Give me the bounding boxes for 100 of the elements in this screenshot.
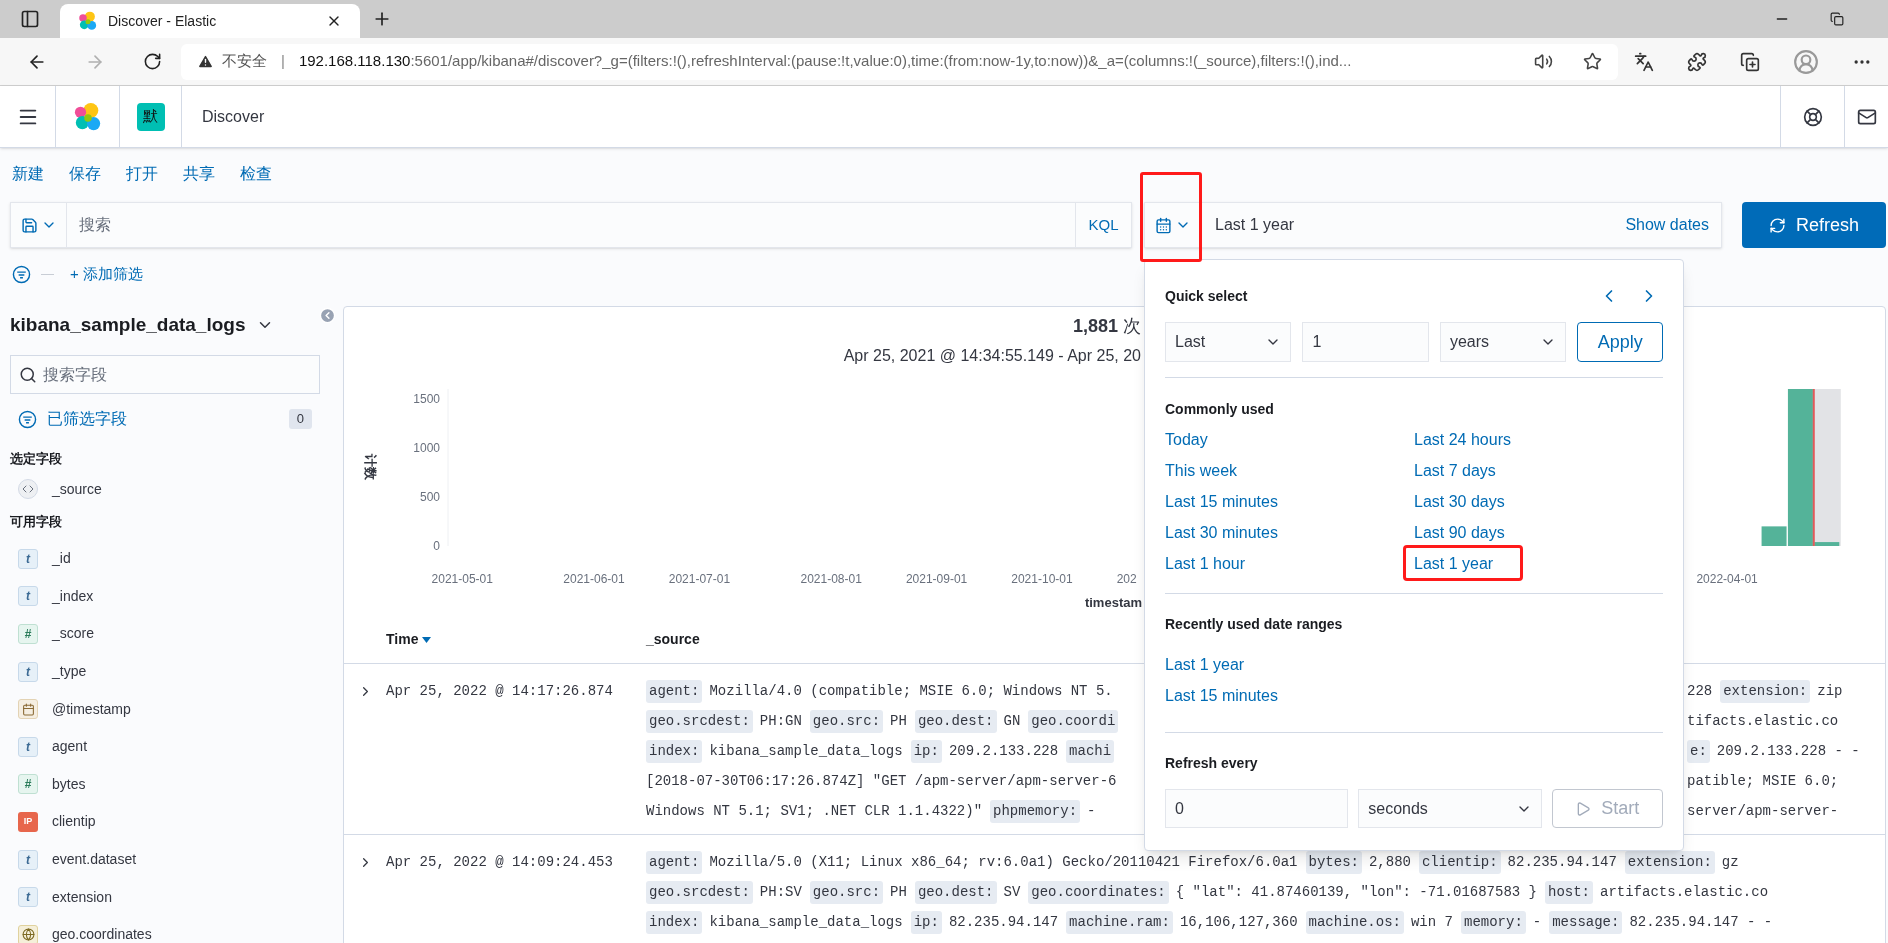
field-value: gz: [1721, 852, 1739, 872]
language-button[interactable]: KQL: [1075, 203, 1131, 247]
field-name[interactable]: _score: [52, 623, 95, 645]
filtered-fields-link[interactable]: 已筛选字段: [47, 407, 279, 431]
top-nav-link[interactable]: 检查: [240, 162, 272, 186]
tab-actions-icon[interactable]: [20, 9, 40, 29]
filter-icon[interactable]: [12, 264, 31, 284]
range-link[interactable]: Last 30 days: [1414, 489, 1505, 514]
interval-unit-select[interactable]: seconds: [1358, 789, 1542, 828]
unit-select[interactable]: years: [1439, 322, 1567, 362]
speaker-icon[interactable]: [1534, 52, 1553, 71]
calendar-icon: [18, 699, 38, 720]
field-search-field[interactable]: 搜索字段: [10, 355, 320, 394]
range-link[interactable]: This week: [1165, 458, 1238, 483]
time-cell-text: Apr 25, 2022 @ 14:09:24.453: [386, 852, 613, 872]
favorite-star-icon[interactable]: [1583, 52, 1602, 71]
reload-icon[interactable]: [143, 52, 162, 71]
field-value: Windows NT 5.1; SV1; .NET CLR 1.1.4322)": [646, 801, 983, 821]
translate-icon[interactable]: [1634, 51, 1655, 72]
x-tick-label: 2021-08-01: [800, 572, 862, 586]
range-link[interactable]: Last 15 minutes: [1165, 683, 1278, 708]
profile-avatar-icon[interactable]: [1792, 48, 1819, 75]
range-link[interactable]: Last 24 hours: [1414, 427, 1511, 452]
apply-button[interactable]: Apply: [1577, 322, 1663, 362]
field-name[interactable]: agent: [52, 736, 88, 758]
field-key: memory:: [1461, 910, 1526, 934]
top-nav-link[interactable]: 新建: [12, 162, 44, 186]
address-field[interactable]: 不安全 | 192.168.118.130:5601/app/kibana#/discover?_g=(filters:!(),refreshInterval:(pause:!t,value:0),time:(from:now-1y,to:now))&_a=(columns:!(_source),filters:!(),ind...: [181, 43, 1618, 80]
range-link[interactable]: Today: [1165, 427, 1208, 452]
field-value: 209.2.133.228 - -: [1716, 741, 1860, 761]
field-name[interactable]: clientip: [52, 811, 96, 833]
field-name[interactable]: event.dataset: [52, 849, 137, 871]
field-value: kibana_sample_data_logs: [709, 912, 903, 932]
warning-icon: [197, 53, 214, 70]
restore-icon[interactable]: [1830, 12, 1844, 26]
search-field[interactable]: 搜索: [67, 203, 1075, 247]
date-range-value[interactable]: Last 1 year: [1201, 213, 1626, 237]
field-key: host:: [1545, 880, 1593, 904]
field-value: Mozilla/4.0 (compatible; MSIE 6.0; Windows NT 5.: [709, 681, 1113, 701]
time-range-text: Apr 25, 2021 @ 14:34:55.149 - Apr 25, 20: [843, 346, 1141, 366]
column-header[interactable]: _source: [646, 629, 700, 650]
top-nav-link[interactable]: 共享: [183, 162, 215, 186]
field-name[interactable]: _source: [52, 478, 102, 500]
field-value: win 7: [1410, 912, 1453, 932]
range-link[interactable]: Last 1 year: [1165, 652, 1245, 677]
histogram-bar[interactable]: [1787, 389, 1813, 546]
field-name[interactable]: @timestamp: [52, 698, 131, 720]
field-key: e:: [1687, 739, 1710, 763]
browser-tab[interactable]: Discover - Elastic: [60, 4, 360, 38]
string-type-token: t: [18, 661, 38, 682]
range-link[interactable]: Last 30 minutes: [1165, 520, 1278, 545]
field-name[interactable]: bytes: [52, 773, 86, 795]
field-key: geo.coordinates:: [1028, 880, 1169, 904]
range-link[interactable]: Last 7 days: [1414, 458, 1496, 483]
collections-icon[interactable]: [1740, 51, 1760, 72]
extensions-icon[interactable]: [1687, 51, 1708, 72]
range-link[interactable]: Last 1 year: [1414, 551, 1494, 576]
field-name[interactable]: _type: [52, 661, 87, 683]
field-key: ip:: [910, 910, 942, 934]
query-bar[interactable]: 搜索 KQL: [10, 202, 1132, 248]
field-value: patible; MSIE 6.0;: [1687, 771, 1839, 791]
show-dates-button[interactable]: Show dates: [1625, 213, 1721, 237]
field-search-input[interactable]: 搜索字段: [43, 362, 311, 387]
filter-icon[interactable]: [18, 409, 37, 429]
section-heading: 可用字段: [9, 513, 63, 532]
field-value: tifacts.elastic.co: [1687, 711, 1839, 731]
add-filter-link[interactable]: + 添加筛选: [70, 262, 143, 286]
y-tick-label: 1000: [413, 440, 440, 455]
range-link[interactable]: Last 90 days: [1414, 520, 1505, 545]
collapse-sidebar-icon[interactable]: [319, 307, 336, 324]
field-value: [2018-07-30T06:17:26.874Z] "GET /apm-server/apm-server-6: [646, 771, 1117, 791]
index-pattern-title[interactable]: kibana_sample_data_logs: [10, 310, 246, 340]
top-nav-link[interactable]: 打开: [126, 162, 158, 186]
field-name[interactable]: _id: [52, 548, 71, 570]
field-value: Mozilla/5.0 (X11; Linux x86_64; rv:6.0a1) Gecko/20110421 Firefox/6.0a1: [709, 852, 1298, 872]
field-name[interactable]: _index: [52, 585, 94, 607]
field-name[interactable]: extension: [52, 886, 112, 908]
range-link[interactable]: Last 1 hour: [1165, 551, 1246, 576]
field-value: PH: [890, 711, 907, 731]
direction-select[interactable]: Last: [1165, 322, 1292, 362]
amount-input[interactable]: 1: [1302, 322, 1429, 362]
field-name[interactable]: geo.coordinates: [52, 924, 152, 943]
x-tick-label: 2021-10-01: [1011, 572, 1073, 586]
field-key: machine.ram:: [1066, 910, 1173, 934]
code-icon: [18, 479, 38, 499]
field-key: extension:: [1720, 679, 1811, 703]
help-icon[interactable]: [1802, 106, 1823, 127]
field-key: geo.src:: [809, 880, 884, 904]
interval-input[interactable]: 0: [1165, 789, 1349, 828]
number-type-token: #: [18, 624, 38, 644]
x-tick-label: 2022-04-01: [1696, 572, 1758, 586]
top-nav-link[interactable]: 保存: [69, 162, 101, 186]
column-header[interactable]: Time: [386, 629, 419, 650]
string-type-token: t: [18, 736, 38, 757]
space-avatar[interactable]: 默: [136, 102, 165, 131]
refresh-button[interactable]: Refresh: [1742, 202, 1886, 248]
range-link[interactable]: Last 15 minutes: [1165, 489, 1278, 514]
sort-down-icon[interactable]: [422, 636, 432, 643]
field-key: extension:: [1624, 850, 1715, 874]
field-value: 209.2.133.228: [948, 741, 1059, 761]
